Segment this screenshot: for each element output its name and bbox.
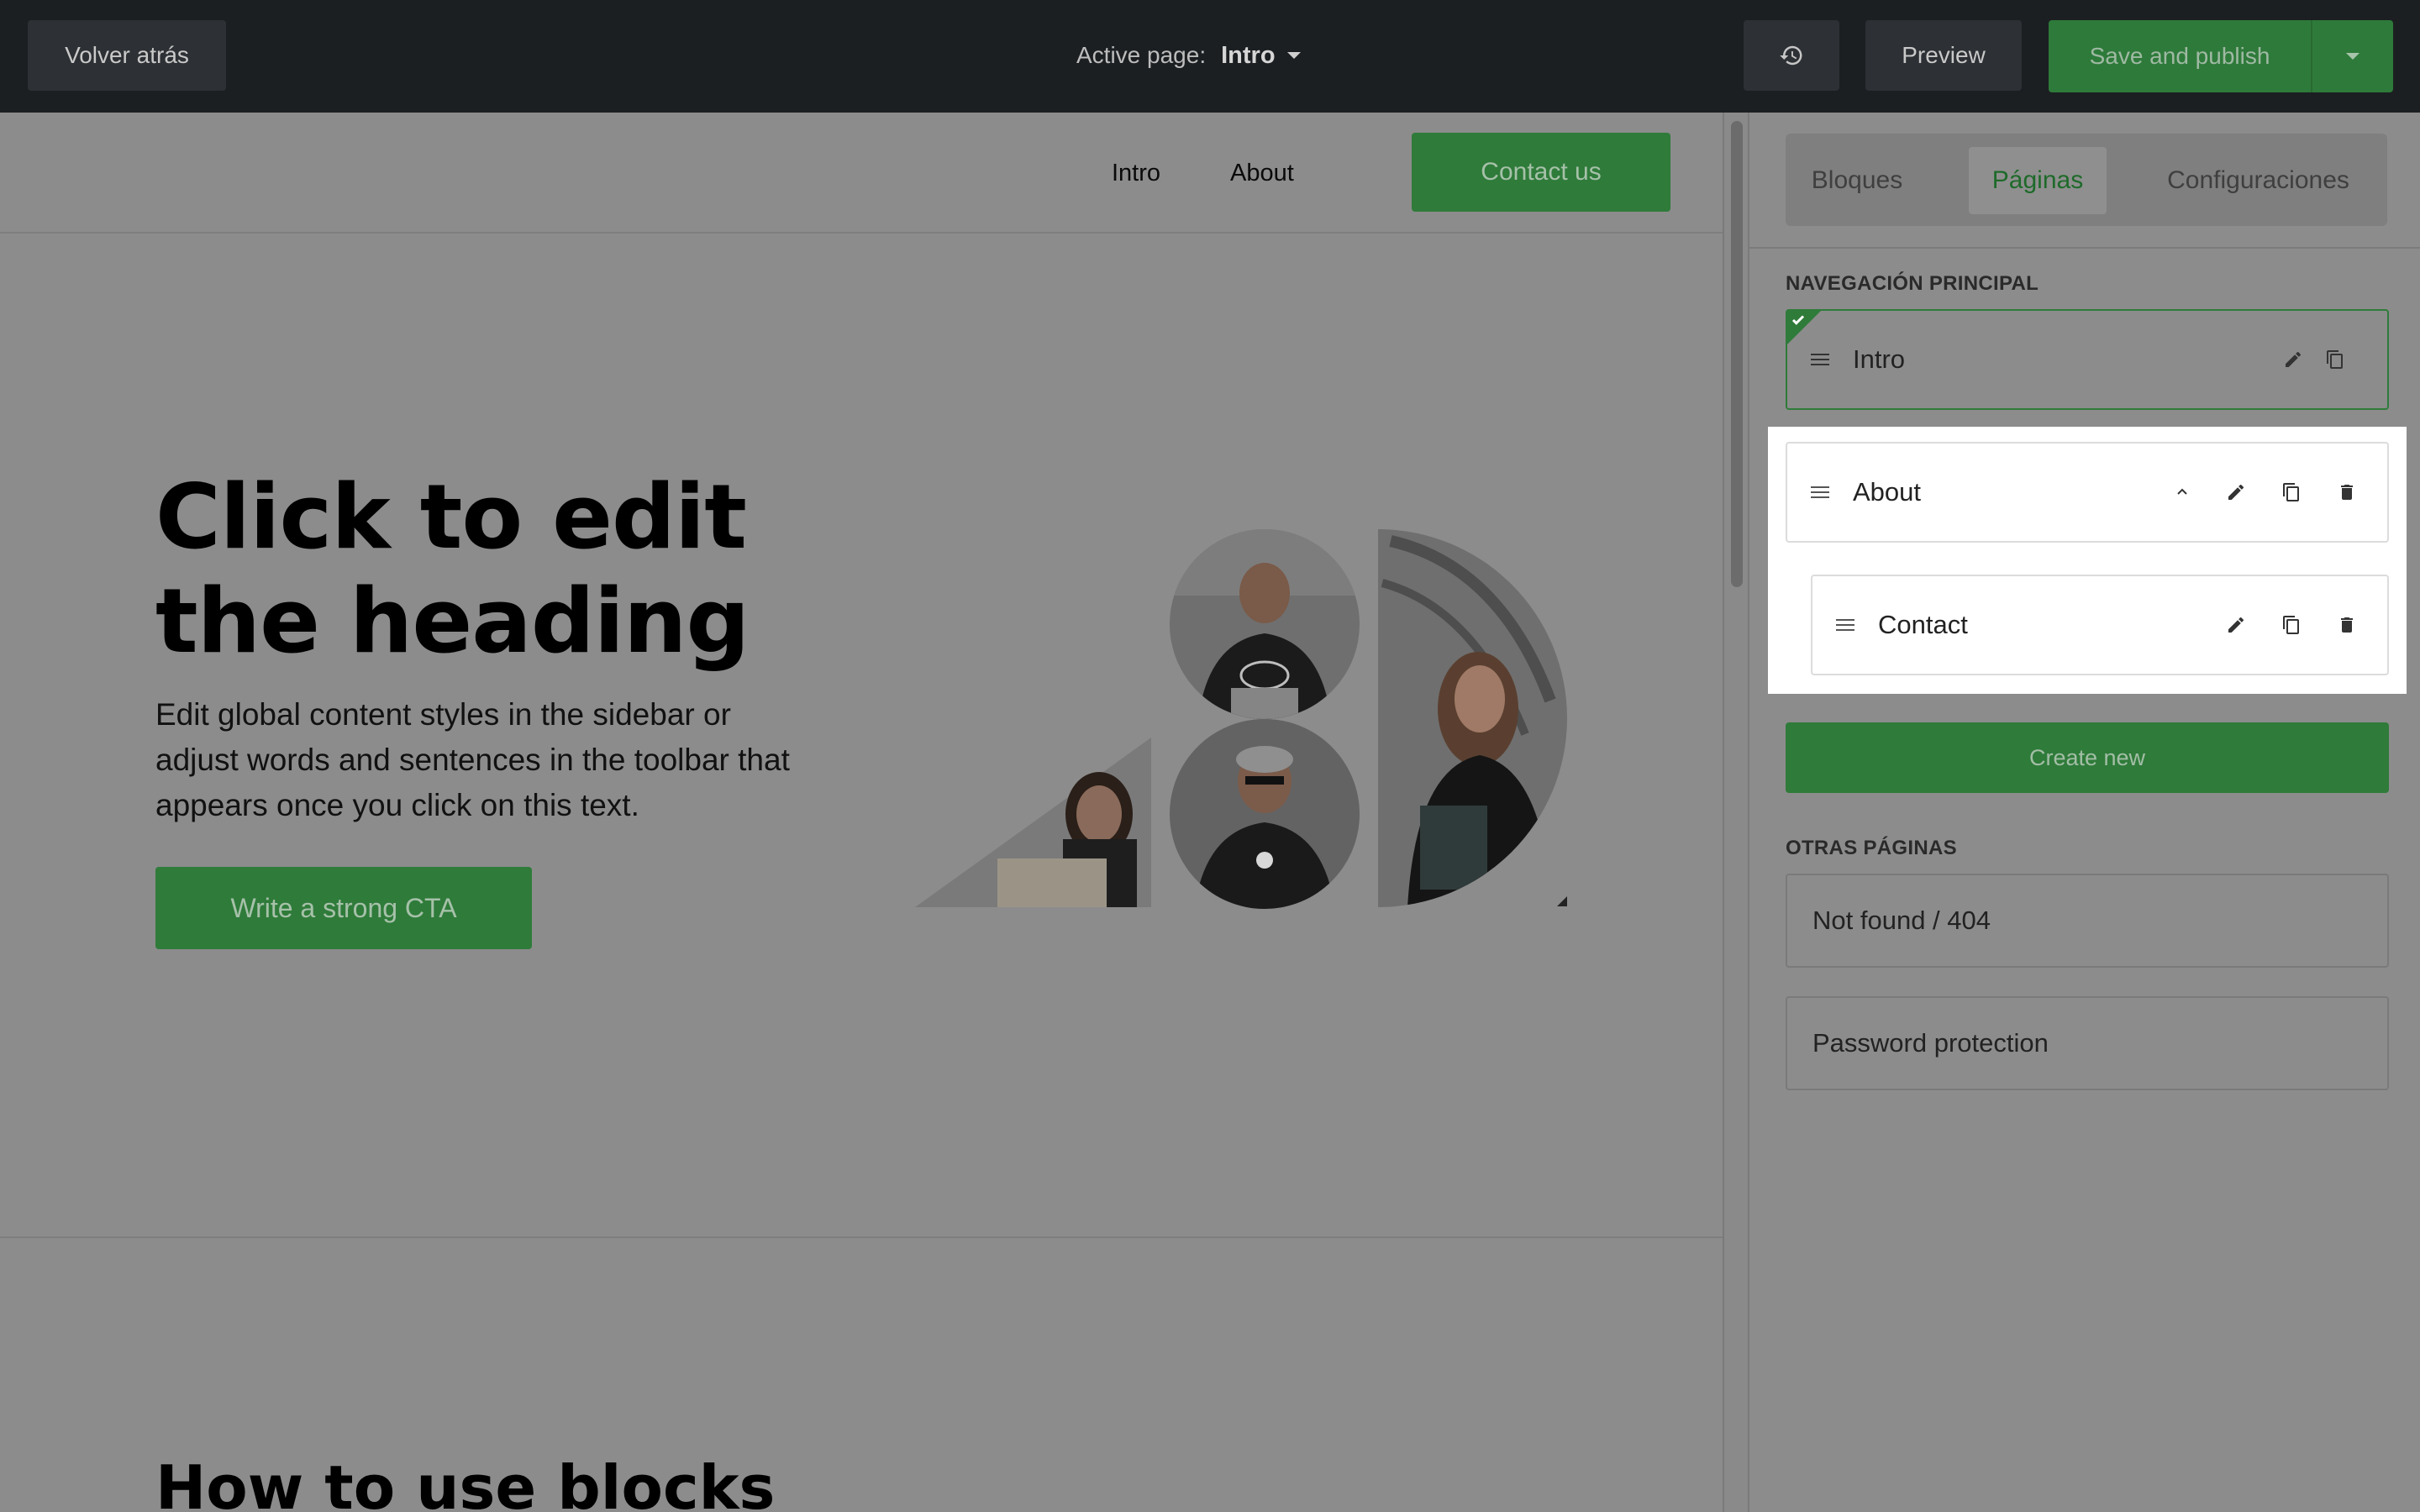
page-item-label: Contact: [1878, 610, 1968, 639]
drag-handle-icon[interactable]: [1836, 617, 1856, 633]
edit-icon[interactable]: [2226, 615, 2246, 635]
publish-split-button: Save and publish: [2049, 20, 2393, 92]
drag-handle-icon[interactable]: [1811, 352, 1831, 367]
page-item-intro[interactable]: Intro: [1786, 309, 2389, 410]
sidebar-tabs: Bloques Páginas Configuraciones: [1786, 134, 2387, 226]
page-item-label: Not found / 404: [1812, 906, 1991, 935]
publish-options-button[interactable]: [2312, 20, 2393, 92]
site-nav-link-intro[interactable]: Intro: [1112, 160, 1160, 187]
edit-icon[interactable]: [2283, 349, 2303, 370]
back-button[interactable]: Volver atrás: [28, 20, 226, 91]
other-pages-label: OTRAS PÁGINAS: [1786, 837, 1957, 859]
site-nav-link-about[interactable]: About: [1230, 160, 1294, 187]
chevron-up-icon[interactable]: [2172, 482, 2192, 502]
create-page-button[interactable]: Create new: [1786, 722, 2389, 793]
photo-man-tshirt: [1170, 529, 1360, 719]
tab-configuraciones[interactable]: Configuraciones: [2139, 147, 2378, 214]
section-divider: [0, 1236, 1723, 1238]
history-icon: [1780, 45, 1802, 66]
duplicate-icon[interactable]: [2325, 349, 2345, 370]
chevron-down-icon: [1286, 52, 1301, 59]
edit-icon[interactable]: [2226, 482, 2246, 502]
top-toolbar: Volver atrás Active page: Intro Preview …: [0, 0, 2420, 113]
delete-icon[interactable]: [2337, 615, 2357, 635]
check-icon: [1791, 315, 1805, 325]
cta-button[interactable]: Write a strong CTA: [155, 867, 532, 949]
main-nav-label: NAVEGACIÓN PRINCIPAL: [1786, 272, 2039, 295]
tab-paginas[interactable]: Páginas: [1969, 147, 2107, 214]
page-item-about[interactable]: About: [1786, 442, 2389, 543]
page-item-label: Password protection: [1812, 1028, 2049, 1058]
canvas-scrollbar[interactable]: [1723, 113, 1749, 1512]
sidebar: Bloques Páginas Configuraciones NAVEGACI…: [1748, 113, 2420, 1512]
page-item-contact[interactable]: Contact: [1811, 575, 2389, 675]
hero-heading[interactable]: Click to edit the heading: [155, 465, 828, 674]
scrollbar-thumb[interactable]: [1731, 121, 1743, 587]
page-canvas: Intro About Contact us Click to edit the…: [0, 113, 1723, 1512]
active-page-label: Active page:: [1076, 42, 1207, 68]
page-item-password[interactable]: Password protection: [1786, 996, 2389, 1090]
duplicate-icon[interactable]: [2281, 482, 2302, 502]
drag-handle-icon[interactable]: [1811, 485, 1831, 500]
page-item-404[interactable]: Not found / 404: [1786, 874, 2389, 968]
resize-handle-icon[interactable]: [1557, 896, 1567, 906]
photo-woman-smiling: [1378, 529, 1567, 907]
history-button[interactable]: [1744, 20, 1839, 91]
page-item-label: About: [1853, 477, 1922, 507]
delete-icon[interactable]: [2337, 482, 2357, 502]
page-item-label: Intro: [1853, 344, 1906, 374]
tab-bloques[interactable]: Bloques: [1798, 147, 1916, 214]
save-publish-button[interactable]: Save and publish: [2049, 20, 2312, 92]
duplicate-icon[interactable]: [2281, 615, 2302, 635]
preview-button[interactable]: Preview: [1865, 20, 2022, 91]
contact-us-button[interactable]: Contact us: [1412, 133, 1670, 212]
active-page-selector[interactable]: Active page: Intro: [1076, 37, 1301, 74]
active-page-value: Intro: [1221, 41, 1276, 69]
hero-photo-collage[interactable]: [912, 516, 1584, 1020]
divider: [1749, 247, 2420, 249]
section-heading[interactable]: How to use blocks: [155, 1452, 775, 1512]
site-header: Intro About Contact us: [0, 113, 1723, 234]
hero-text[interactable]: Edit global content styles in the sideba…: [155, 692, 794, 828]
chevron-down-icon: [2346, 53, 2360, 60]
photo-man-glasses: [1170, 719, 1360, 909]
